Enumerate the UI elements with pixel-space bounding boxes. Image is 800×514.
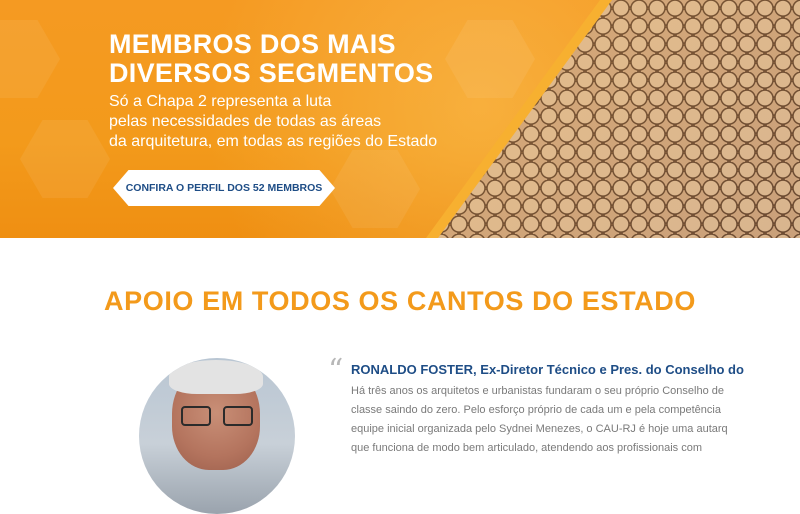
hero-title-line: MEMBROS DOS MAIS: [109, 29, 396, 59]
avatar-glasses: [181, 406, 253, 426]
testimonial-line: classe saindo do zero. Pelo esforço próp…: [351, 404, 721, 416]
testimonial-line: que funciona de modo bem articulado, ate…: [351, 442, 703, 454]
hero-subtitle-line: Só a Chapa 2 representa a luta: [109, 93, 332, 110]
section-title: APOIO EM TODOS OS CANTOS DO ESTADO: [104, 286, 696, 316]
testimonial-text: Há três anos os arquitetos e urbanistas …: [351, 382, 800, 458]
hero-banner: MEMBROS DOS MAIS DIVERSOS SEGMENTOS Só a…: [0, 0, 800, 238]
testimonial: RONALDO FOSTER, Ex-Diretor Técnico e Pre…: [351, 362, 800, 458]
testimonial-line: equipe inicial organizada pelo Sydnei Me…: [351, 423, 728, 435]
hero-title: MEMBROS DOS MAIS DIVERSOS SEGMENTOS: [109, 30, 433, 88]
hero-title-line: DIVERSOS SEGMENTOS: [109, 58, 434, 88]
quote-icon: “: [328, 353, 344, 388]
hero-subtitle: Só a Chapa 2 representa a luta pelas nec…: [109, 92, 437, 152]
testimonial-author: RONALDO FOSTER, Ex-Diretor Técnico e Pre…: [351, 362, 744, 377]
avatar-hair: [169, 360, 263, 394]
hero-subtitle-line: pelas necessidades de todas as áreas: [109, 113, 382, 130]
testimonial-avatar: [139, 358, 295, 514]
view-members-button[interactable]: CONFIRA O PERFIL DOS 52 MEMBROS: [113, 170, 335, 206]
testimonial-line: Há três anos os arquitetos e urbanistas …: [351, 385, 724, 397]
hero-subtitle-line: da arquitetura, em todas as regiões do E…: [109, 133, 438, 150]
